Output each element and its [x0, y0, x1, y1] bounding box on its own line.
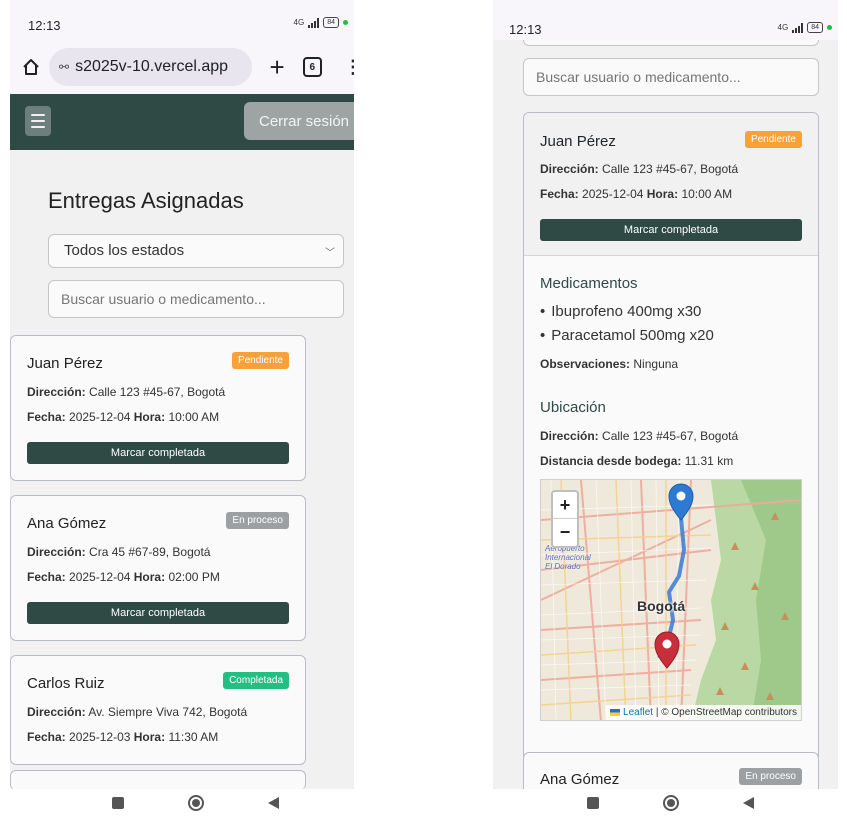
- delivery-name: Juan Pérez: [27, 355, 103, 372]
- delivery-datetime: Fecha: 2025-12-03 Hora: 11:30 AM: [27, 730, 219, 744]
- status-icons: 4G 84: [294, 17, 348, 28]
- delivery-detail-card[interactable]: Juan Pérez Pendiente Dirección: Calle 12…: [523, 112, 819, 762]
- signal-icon: [792, 22, 804, 33]
- delivery-card[interactable]: Carlos Ruiz Completada Dirección: Av. Si…: [10, 655, 306, 765]
- battery-icon: 84: [807, 22, 823, 33]
- delivery-card-partial: [10, 770, 306, 790]
- privacy-dot-icon: [343, 20, 348, 25]
- search-input[interactable]: [523, 58, 819, 96]
- zoom-out-button[interactable]: −: [553, 519, 577, 546]
- mark-completed-button[interactable]: Marcar completada: [27, 442, 289, 464]
- network-type: 4G: [777, 23, 789, 32]
- mark-completed-button[interactable]: Marcar completada: [540, 219, 802, 241]
- city-label: Bogotá: [637, 598, 686, 614]
- android-nav-bar: [10, 789, 354, 817]
- location-address: Dirección: Calle 123 #45-67, Bogotá: [540, 429, 739, 443]
- home-nav-icon[interactable]: [188, 795, 204, 811]
- delivery-card[interactable]: Ana Gómez En proceso Dirección: Cra 45 #…: [10, 495, 306, 641]
- status-time: 12:13: [28, 18, 61, 33]
- route-map[interactable]: Aeropuerto Internacional El Dorado Bogotá …: [540, 479, 802, 721]
- status-icons: 4G 84: [778, 22, 832, 33]
- medication-item: Paracetamol 500mg x20: [540, 327, 714, 351]
- mark-completed-button[interactable]: Marcar completada: [27, 602, 289, 624]
- page-title: Entregas Asignadas: [48, 188, 244, 213]
- android-nav-bar: [493, 789, 838, 817]
- logout-button[interactable]: Cerrar sesión: [244, 102, 354, 140]
- delivery-name: Ana Gómez: [540, 771, 620, 788]
- url-text: s2025v-10.vercel.app: [75, 58, 229, 75]
- status-badge: Completada: [223, 672, 289, 689]
- status-badge: En proceso: [226, 512, 289, 529]
- delivery-datetime: Fecha: 2025-12-04 Hora: 10:00 AM: [27, 410, 220, 424]
- status-bar: 12:13 4G 84: [10, 0, 354, 40]
- delivery-address: Dirección: Cra 45 #67-89, Bogotá: [27, 545, 211, 559]
- tab-switcher-button[interactable]: 6: [302, 57, 322, 77]
- home-nav-icon[interactable]: [663, 795, 679, 811]
- delivery-datetime: Fecha: 2025-12-04 Hora: 10:00 AM: [540, 187, 733, 201]
- site-settings-icon[interactable]: ⚯: [59, 60, 69, 74]
- delivery-address: Dirección: Av. Siempre Viva 742, Bogotá: [27, 705, 248, 719]
- zoom-in-button[interactable]: +: [553, 492, 577, 519]
- status-badge: Pendiente: [744, 131, 802, 148]
- delivery-name: Carlos Ruiz: [27, 675, 105, 692]
- delivery-card[interactable]: Ana Gómez En proceso: [523, 752, 819, 792]
- status-filter-value: Todos los estados: [64, 242, 185, 259]
- observations: Observaciones: Ninguna: [540, 357, 679, 371]
- medications-heading: Medicamentos: [540, 275, 638, 292]
- recents-icon[interactable]: [587, 797, 599, 809]
- filter-select-partial: [523, 40, 819, 46]
- signal-icon: [308, 17, 320, 28]
- app-navbar: Cerrar sesión: [10, 94, 354, 150]
- location-heading: Ubicación: [540, 399, 606, 416]
- ukraine-flag-icon: [610, 708, 621, 716]
- phone-screen-detail: 12:13 4G 84 Juan Pérez Pendiente Direcci…: [493, 0, 838, 817]
- delivery-name: Ana Gómez: [27, 515, 107, 532]
- delivery-name: Juan Pérez: [540, 133, 616, 150]
- delivery-card[interactable]: Juan Pérez Pendiente Dirección: Calle 12…: [10, 335, 306, 481]
- chevron-down-icon: ﹀: [325, 248, 335, 259]
- airport-label: Aeropuerto Internacional El Dorado: [545, 544, 591, 571]
- new-tab-icon[interactable]: +: [266, 52, 289, 83]
- zoom-control: + −: [551, 490, 579, 548]
- home-icon[interactable]: [18, 54, 43, 80]
- status-bar: 12:13 4G 84: [493, 0, 838, 40]
- delivery-datetime: Fecha: 2025-12-04 Hora: 02:00 PM: [27, 570, 220, 584]
- more-menu-icon[interactable]: ⋮: [344, 57, 354, 78]
- status-time: 12:13: [509, 22, 542, 37]
- warehouse-distance: Distancia desde bodega: 11.31 km: [540, 454, 734, 468]
- status-badge: En proceso: [739, 768, 802, 785]
- map-attribution: Leaflet | © OpenStreetMap contributors: [606, 705, 801, 720]
- status-filter-select[interactable]: Todos los estados ﹀: [48, 234, 344, 268]
- privacy-dot-icon: [827, 25, 832, 30]
- back-icon[interactable]: [743, 797, 754, 809]
- battery-icon: 84: [323, 17, 339, 28]
- browser-toolbar: ⚯ s2025v-10.vercel.app + 6 ⋮: [10, 40, 354, 94]
- leaflet-link[interactable]: Leaflet: [623, 707, 653, 718]
- delivery-address: Dirección: Calle 123 #45-67, Bogotá: [540, 162, 739, 176]
- recents-icon[interactable]: [112, 797, 124, 809]
- back-icon[interactable]: [268, 797, 279, 809]
- phone-screen-list: 12:13 4G 84 ⚯ s2025v-10.vercel.app + 6 ⋮…: [10, 0, 354, 817]
- search-input[interactable]: [48, 280, 344, 318]
- medication-item: Ibuprofeno 400mg x30: [540, 303, 714, 327]
- status-badge: Pendiente: [231, 352, 289, 369]
- delivery-address: Dirección: Calle 123 #45-67, Bogotá: [27, 385, 226, 399]
- medications-list: Ibuprofeno 400mg x30 Paracetamol 500mg x…: [540, 303, 714, 351]
- network-type: 4G: [293, 18, 305, 27]
- menu-toggle-icon[interactable]: [25, 106, 51, 136]
- url-bar[interactable]: ⚯ s2025v-10.vercel.app: [49, 48, 252, 86]
